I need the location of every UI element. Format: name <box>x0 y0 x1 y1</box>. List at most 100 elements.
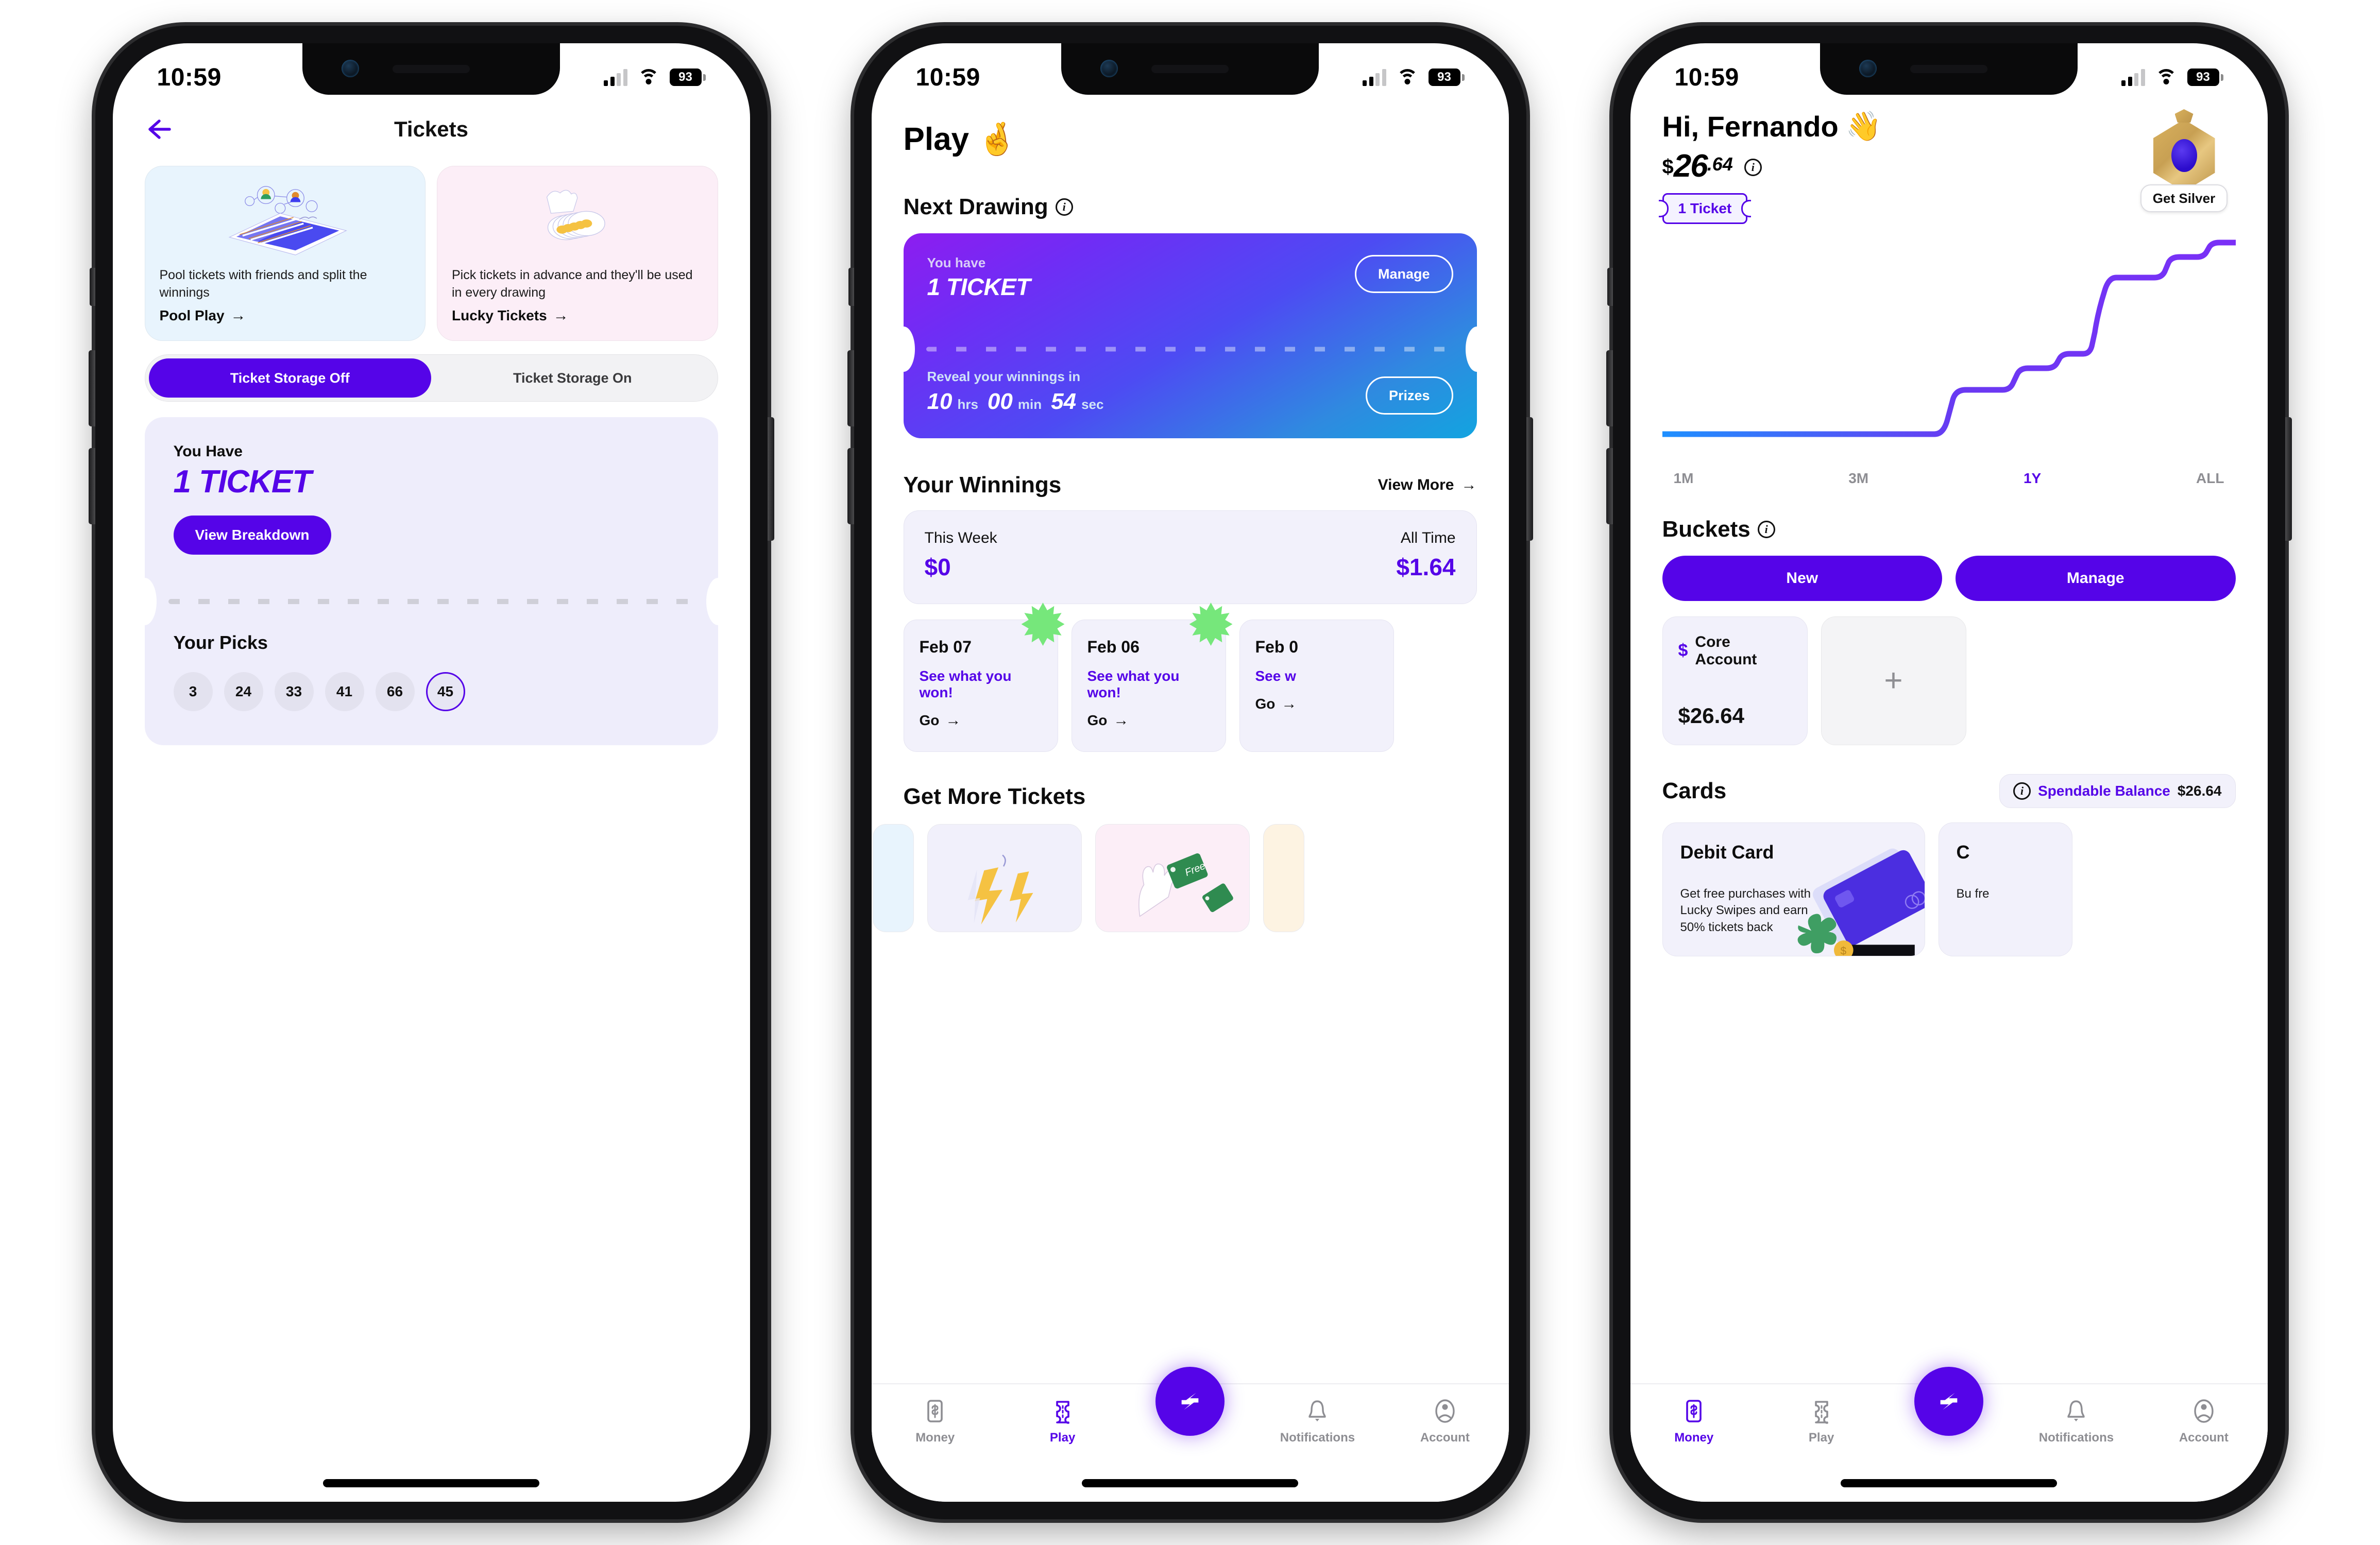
get-tickets-tile[interactable] <box>1263 824 1304 932</box>
pick-number[interactable]: 24 <box>224 672 263 711</box>
tab-account[interactable]: Account <box>2140 1398 2267 1445</box>
volume-up-button[interactable] <box>88 350 95 426</box>
bell-icon <box>2063 1398 2089 1424</box>
transfer-fab-button[interactable] <box>1155 1367 1225 1436</box>
pick-number-bonus[interactable]: 45 <box>426 672 465 711</box>
wifi-icon <box>637 69 659 85</box>
ticket-summary-card: You Have 1 TICKET View Breakdown Your Pi… <box>144 417 718 745</box>
home-indicator[interactable] <box>1841 1479 2057 1487</box>
bucket-core-account[interactable]: $ Core Account $26.64 <box>1662 616 1808 745</box>
arrow-right-icon: → <box>230 307 246 324</box>
volume-down-button[interactable] <box>847 448 854 524</box>
info-icon[interactable]: i <box>1744 159 1762 176</box>
pick-number[interactable]: 3 <box>173 672 213 711</box>
power-button[interactable] <box>2285 417 2292 541</box>
next-drawing-ticket-info: You have 1 TICKET <box>927 255 1031 301</box>
tab-notifications[interactable]: Notifications <box>2013 1398 2140 1445</box>
range-1y[interactable]: 1Y <box>2024 470 2041 487</box>
pick-number[interactable]: 66 <box>375 672 415 711</box>
tier-trophy-widget[interactable]: Get Silver <box>2133 109 2236 212</box>
get-tickets-tile-free[interactable]: Free <box>1095 824 1250 932</box>
draw-go-link[interactable]: Go → <box>920 712 1042 729</box>
draw-history-card[interactable]: Feb 07 See what you won! Go → <box>903 603 1065 752</box>
perforation-dashes <box>926 347 1454 352</box>
ticket-storage-segmented-control[interactable]: Ticket Storage Off Ticket Storage On <box>144 354 718 402</box>
tab-account[interactable]: Account <box>1381 1398 1508 1445</box>
pool-illustration-icon <box>160 184 411 260</box>
silent-switch[interactable] <box>1607 268 1613 306</box>
get-silver-button[interactable]: Get Silver <box>2140 184 2228 212</box>
info-icon[interactable]: i <box>1055 198 1073 216</box>
pick-number[interactable]: 33 <box>274 672 314 711</box>
manage-tickets-button[interactable]: Manage <box>1354 255 1453 293</box>
tab-label: Money <box>915 1431 955 1445</box>
tab-play[interactable]: Play <box>999 1398 1126 1445</box>
draw-history-card[interactable]: Feb 06 See what you won! Go → <box>1071 603 1233 752</box>
info-icon[interactable]: i <box>1757 520 1775 538</box>
view-breakdown-button[interactable]: View Breakdown <box>173 516 331 555</box>
promo-cta-pool-play[interactable]: Pool Play → <box>160 307 411 324</box>
perforation-dashes <box>168 599 694 604</box>
prizes-button[interactable]: Prizes <box>1365 376 1453 415</box>
pick-number[interactable]: 41 <box>325 672 364 711</box>
draw-date: Feb 07 <box>919 638 972 656</box>
manage-buckets-button[interactable]: Manage <box>1956 555 2236 601</box>
tab-notifications[interactable]: Notifications <box>1254 1398 1381 1445</box>
buckets-label: Buckets <box>1662 516 1750 542</box>
drawing-card-perforation <box>903 327 1477 372</box>
tab-money[interactable]: Money <box>1630 1398 1758 1445</box>
chart-range-selector[interactable]: 1M 3M 1Y ALL <box>1662 470 2236 487</box>
power-button[interactable] <box>1526 417 1533 541</box>
tab-label: Money <box>1674 1431 1714 1445</box>
promo-cta-label: Pool Play <box>159 307 225 323</box>
promo-card-pool-play[interactable]: Pool tickets with friends and split the … <box>144 166 426 341</box>
volume-up-button[interactable] <box>847 350 854 426</box>
arrow-right-icon: → <box>553 307 569 324</box>
home-indicator[interactable] <box>323 1479 539 1487</box>
draw-go-link[interactable]: Go → <box>1255 696 1378 712</box>
view-more-winnings-link[interactable]: View More → <box>1378 476 1477 494</box>
volume-down-button[interactable] <box>1606 448 1613 524</box>
range-1m[interactable]: 1M <box>1674 470 1694 487</box>
volume-down-button[interactable] <box>88 448 95 524</box>
home-indicator[interactable] <box>1082 1479 1298 1487</box>
add-bucket-button[interactable]: + <box>1821 616 1966 745</box>
tab-money[interactable]: Money <box>872 1398 999 1445</box>
battery-percent: 93 <box>2187 68 2219 86</box>
silent-switch[interactable] <box>89 268 95 306</box>
new-bucket-button[interactable]: New <box>1662 555 1942 601</box>
winnings-all-time: All Time $1.64 <box>1396 529 1455 581</box>
next-drawing-card: You have 1 TICKET Manage Reveal your win… <box>903 233 1477 438</box>
segment-ticket-storage-off[interactable]: Ticket Storage Off <box>148 358 431 398</box>
draw-history-card[interactable]: Feb 0 See w Go → <box>1239 620 1394 752</box>
promo-cta-lucky-tickets[interactable]: Lucky Tickets → <box>452 307 703 324</box>
notch <box>1061 43 1319 95</box>
power-button[interactable] <box>767 417 774 541</box>
silent-switch[interactable] <box>848 268 854 306</box>
buckets-actions: New Manage <box>1662 555 2236 601</box>
spendable-balance-pill[interactable]: i Spendable Balance $26.64 <box>1999 774 2236 808</box>
draw-go-link[interactable]: Go → <box>1087 712 1210 729</box>
tab-label: Notifications <box>2038 1431 2114 1445</box>
countdown-seconds: 54 <box>1051 389 1077 414</box>
cellular-signal-icon <box>1363 68 1386 86</box>
screenshot-stage: 10:59 93 Tickets Pool tickets with frien… <box>0 0 2380 1545</box>
ticket-icon <box>1049 1398 1076 1424</box>
range-3m[interactable]: 3M <box>1848 470 1868 487</box>
status-clock: 10:59 <box>915 63 980 91</box>
info-icon[interactable]: i <box>2013 782 2031 800</box>
tab-play[interactable]: Play <box>1758 1398 1885 1445</box>
promo-card-lucky-tickets[interactable]: Pick tickets in advance and they'll be u… <box>437 166 718 341</box>
all-time-label: All Time <box>1400 529 1456 546</box>
volume-up-button[interactable] <box>1606 350 1613 426</box>
get-tickets-tile[interactable] <box>872 824 914 932</box>
spendable-balance-value: $26.64 <box>2177 782 2222 799</box>
transfer-fab-button[interactable] <box>1914 1367 1983 1436</box>
credit-card-tile[interactable]: C Bu fre <box>1938 822 2072 956</box>
segment-ticket-storage-on[interactable]: Ticket Storage On <box>431 358 714 398</box>
ticket-count-badge[interactable]: 1 Ticket <box>1662 193 1748 224</box>
debit-card-tile[interactable]: Debit Card Get free purchases with Lucky… <box>1662 822 1925 956</box>
range-all[interactable]: ALL <box>2196 470 2224 487</box>
balance-currency: $ <box>1662 156 1674 178</box>
get-tickets-tile-lightning[interactable] <box>927 824 1082 932</box>
